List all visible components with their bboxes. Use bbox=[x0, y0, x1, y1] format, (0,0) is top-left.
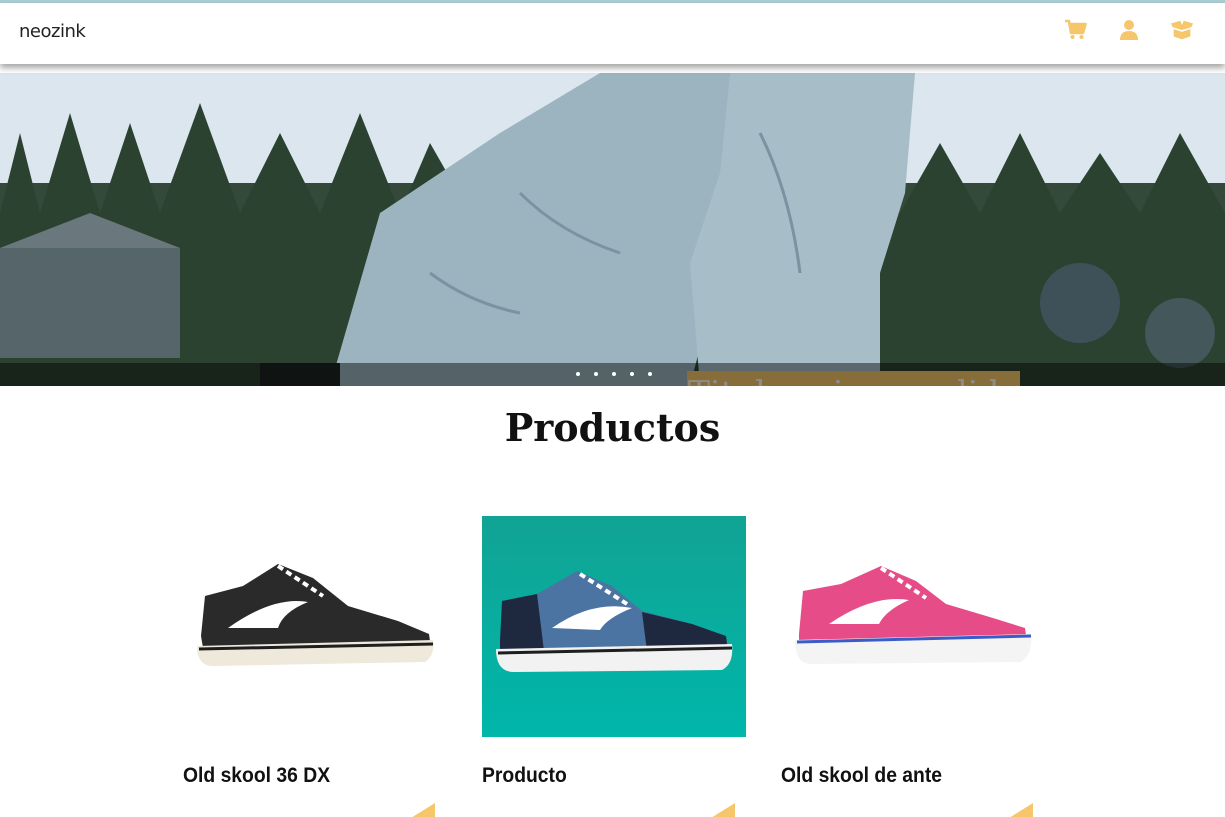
section-title: Productos bbox=[504, 405, 721, 450]
carousel-dot-5[interactable] bbox=[648, 372, 652, 376]
product-name[interactable]: Producto bbox=[482, 764, 567, 788]
blue-sneaker-image bbox=[482, 516, 746, 737]
product-name[interactable]: Old skool 36 DX bbox=[183, 764, 330, 788]
product-name[interactable]: Old skool de ante bbox=[781, 764, 942, 788]
black-sneaker-image bbox=[183, 516, 447, 737]
cart-icon[interactable] bbox=[1064, 19, 1088, 41]
carousel-indicators bbox=[0, 363, 1225, 386]
logo[interactable]: neozink bbox=[19, 21, 86, 42]
carousel-dot-1[interactable] bbox=[576, 372, 580, 376]
product-image[interactable] bbox=[781, 516, 1045, 737]
carousel-dot-3[interactable] bbox=[612, 372, 616, 376]
carousel-dot-4[interactable] bbox=[630, 372, 634, 376]
product-image[interactable] bbox=[482, 516, 746, 737]
pink-sneaker-image bbox=[781, 516, 1045, 737]
user-icon[interactable] bbox=[1117, 19, 1141, 41]
hero-background-image bbox=[0, 73, 1225, 386]
hero-carousel[interactable]: Titulo primera slide bbox=[0, 73, 1225, 386]
product-image[interactable] bbox=[183, 516, 447, 737]
navbar: neozink bbox=[0, 3, 1225, 64]
box-icon[interactable] bbox=[1170, 19, 1194, 41]
carousel-dot-2[interactable] bbox=[594, 372, 598, 376]
